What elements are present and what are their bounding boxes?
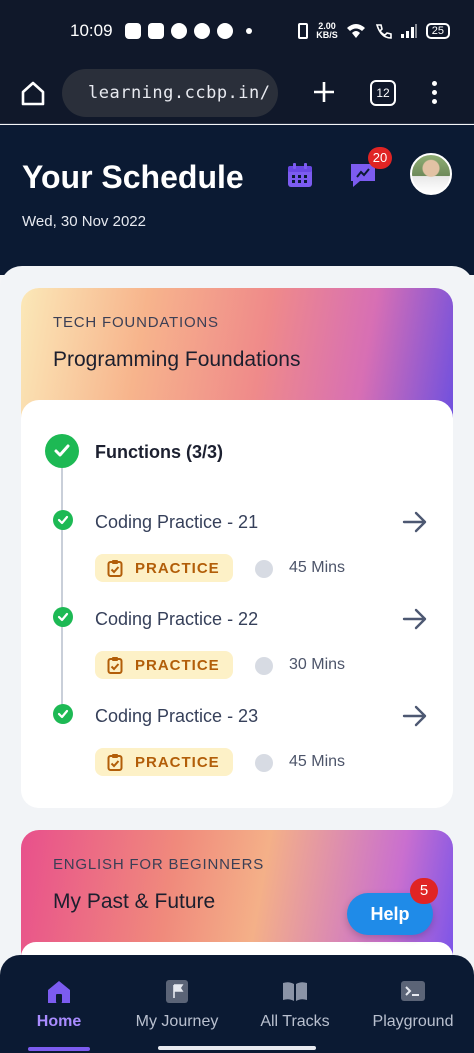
schedule-content: TECH FOUNDATIONS Programming Foundations… [0,266,474,970]
check-circle-icon [53,704,73,724]
tag-label: PRACTICE [135,753,220,771]
clipboard-check-icon [107,560,123,577]
battery-indicator: 25 [425,23,450,39]
app-notification-icon [124,23,141,39]
calendar-icon[interactable] [286,161,314,189]
check-circle-icon [53,510,73,530]
app-notification-icon [170,23,187,39]
nav-item-home[interactable]: Home [0,955,118,1053]
signal-icon [400,24,417,38]
page-title: Your Schedule [22,159,244,195]
arrow-right-icon[interactable] [401,704,429,728]
course-card: TECH FOUNDATIONS Programming Foundations… [21,288,453,808]
nav-label: My Journey [135,1013,219,1030]
duration: 45 Mins [289,559,346,576]
browser-toolbar: learning.ccbp.in/ 12 [0,62,474,124]
network-speed: 2.00 KB/S [316,21,338,40]
new-tab-button[interactable] [308,76,340,110]
address-bar[interactable]: learning.ccbp.in/ [62,68,278,117]
wifi-icon [346,24,365,38]
book-open-icon [283,982,307,1001]
nav-item-all-tracks[interactable]: All Tracks [236,955,354,1053]
notification-badge: 20 [368,147,392,169]
tab-count: 12 [376,85,390,100]
list-item[interactable]: Coding Practice - 23 PRACTICE 45 Mins [21,704,453,794]
duration: 45 Mins [289,753,346,770]
schedule-date: Wed, 30 Nov 2022 [22,213,146,230]
practice-tag: PRACTICE [95,554,233,582]
journey-flag-icon [166,980,188,1003]
check-circle-icon [53,607,73,627]
more-vertical-icon [432,81,437,86]
track-label: TECH FOUNDATIONS [53,314,219,331]
browser-menu-button[interactable] [432,81,437,104]
nav-label: All Tracks [260,1013,330,1030]
list-item[interactable]: Coding Practice - 21 PRACTICE 45 Mins [21,510,453,600]
status-time: 10:09 [70,21,113,40]
list-item[interactable]: Coding Practice - 22 PRACTICE 30 Mins [21,607,453,697]
home-icon [21,81,45,105]
nav-label: Home [36,1013,82,1030]
notification-icons [124,23,252,39]
tag-label: PRACTICE [135,656,220,674]
profile-avatar[interactable] [410,153,452,195]
duration: 30 Mins [289,656,346,673]
facebook-icon [193,23,210,39]
gesture-bar [158,1046,316,1050]
message-notification-icon [147,23,164,39]
url-text: learning.ccbp.in/ [88,82,271,103]
clipboard-check-icon [107,657,123,674]
help-badge: 5 [410,878,438,904]
module-panel: Functions (3/3) Coding Practice - 21 PRA… [21,400,453,808]
item-title: Coding Practice - 21 [95,512,259,532]
status-bar: 10:09 2.00 KB/S 25 [0,0,474,62]
clock-icon [255,560,273,578]
module-title: Functions (3/3) [95,442,224,462]
course-title: My Past & Future [53,890,216,913]
practice-tag: PRACTICE [95,651,233,679]
tag-label: PRACTICE [135,559,220,577]
check-circle-icon [45,434,79,468]
arrow-right-icon[interactable] [401,510,429,534]
course-title: Programming Foundations [53,348,301,371]
clock-icon [255,754,273,772]
active-indicator [28,1047,90,1051]
more-notifications-dot-icon [245,28,252,34]
tab-switcher-button[interactable]: 12 [370,79,396,106]
browser-home-button[interactable] [16,76,50,110]
nav-item-playground[interactable]: Playground [354,955,472,1053]
item-title: Coding Practice - 23 [95,706,259,726]
item-title: Coding Practice - 22 [95,609,259,629]
clock-icon [255,657,273,675]
nav-item-my-journey[interactable]: My Journey [118,955,236,1053]
arrow-right-icon[interactable] [401,607,429,631]
track-label: ENGLISH FOR BEGINNERS [53,856,265,873]
nav-label: Playground [372,1013,454,1030]
bottom-nav: Home My Journey All Tracks Playground [0,955,474,1053]
plus-icon [314,81,334,102]
schedule-header: Your Schedule Wed, 30 Nov 2022 20 [0,125,474,275]
volte-call-icon [375,24,392,39]
practice-tag: PRACTICE [95,748,233,776]
terminal-icon [401,981,425,1001]
phone-icon [216,23,233,39]
clipboard-check-icon [107,754,123,771]
home-icon [48,981,70,1003]
vibrate-icon [298,23,309,39]
